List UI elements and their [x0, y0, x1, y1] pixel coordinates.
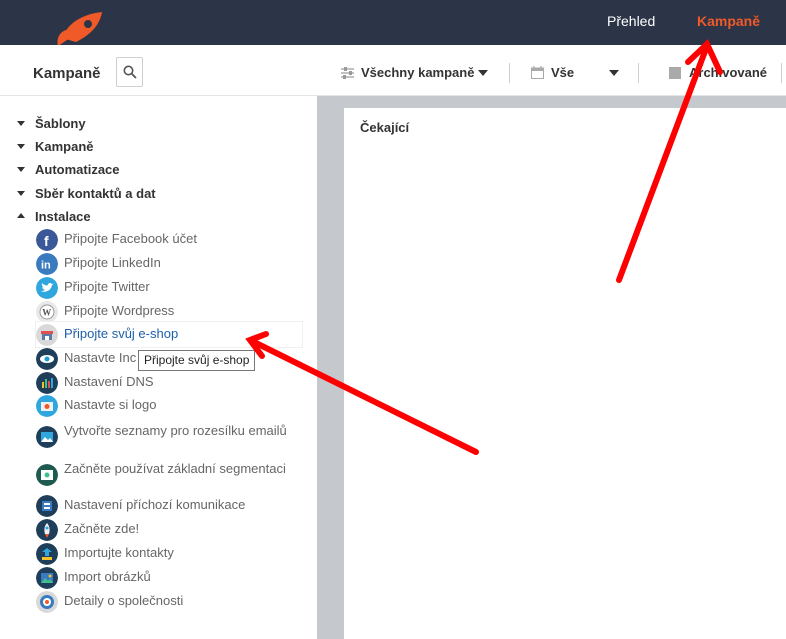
import-icon: [36, 543, 58, 565]
calendar-icon: [531, 66, 544, 79]
install-item-logo[interactable]: Nastavte si logo: [36, 395, 302, 417]
caret-down-icon: [17, 144, 25, 149]
item-label: Připojte Twitter: [64, 279, 150, 294]
pending-panel: Čekající: [344, 108, 786, 639]
shop-icon: [36, 324, 58, 346]
nav-kampane[interactable]: Kampaně: [697, 13, 760, 29]
install-item-eshop[interactable]: Připojte svůj e-shop: [36, 322, 302, 347]
archived-label: Archivované: [689, 65, 768, 80]
list-icon: [36, 426, 58, 448]
search-icon: [123, 65, 137, 79]
install-item-company[interactable]: Detaily o společnosti: [36, 591, 302, 613]
install-item-linkedin[interactable]: in Připojte LinkedIn: [36, 253, 302, 275]
caret-down-icon: [17, 167, 25, 172]
svg-text:f: f: [44, 233, 49, 249]
page-title: Kampaně: [33, 65, 101, 82]
svg-text:in: in: [41, 260, 51, 272]
item-label: Připojte svůj e-shop: [64, 326, 179, 341]
page-header: Kampaně Všechny kampaně Vše Archivované: [0, 45, 786, 96]
main-content: Čekající: [317, 96, 786, 639]
chevron-down-icon: [609, 70, 619, 76]
divider: [781, 63, 782, 83]
chevron-down-icon: [478, 70, 488, 76]
install-item-import-contacts[interactable]: Importujte kontakty: [36, 543, 302, 565]
item-label: Nastavení příchozí komunikace: [64, 497, 246, 512]
panel-title: Čekající: [360, 120, 410, 135]
install-item-incoming[interactable]: Nastavení příchozí komunikace: [36, 495, 302, 517]
section-label: Instalace: [35, 209, 91, 224]
item-label: Nastavte si logo: [64, 397, 157, 412]
all-filter-label: Vše: [551, 65, 575, 80]
item-label: Připojte Facebook účet: [64, 231, 197, 246]
divider: [638, 63, 639, 83]
campaign-filter-label: Všechny kampaně: [361, 65, 475, 80]
sliders-icon: [341, 67, 354, 79]
section-label: Kampaně: [35, 139, 94, 154]
item-label: Začněte zde!: [64, 521, 140, 536]
archive-icon: [669, 67, 681, 79]
item-label: Nastavení DNS: [64, 374, 154, 389]
install-item-twitter[interactable]: Připojte Twitter: [36, 277, 302, 299]
install-item-import-images[interactable]: Import obrázků: [36, 567, 302, 589]
install-item-facebook[interactable]: f Připojte Facebook účet: [36, 229, 302, 251]
twitter-icon: [36, 277, 58, 299]
eye-icon: [36, 348, 58, 370]
top-bar: Přehled Kampaně: [0, 0, 786, 46]
item-label: Vytvořte seznamy pro rozesílku emailů: [64, 423, 287, 438]
wordpress-icon: W: [36, 301, 58, 323]
section-label: Šablony: [35, 116, 86, 131]
company-icon: [36, 591, 58, 613]
install-item-wordpress[interactable]: W Připojte Wordpress: [36, 301, 302, 323]
item-label: Detaily o společnosti: [64, 593, 184, 608]
segment-icon: [36, 464, 58, 486]
section-label: Sběr kontaktů a dat: [35, 186, 156, 201]
logo-icon: [36, 395, 58, 417]
divider: [509, 63, 510, 83]
item-label: Import obrázků: [64, 569, 151, 584]
facebook-icon: f: [36, 229, 58, 251]
dns-icon: [36, 372, 58, 394]
item-label: Importujte kontakty: [64, 545, 174, 560]
rocket-icon: [36, 519, 58, 541]
caret-down-icon: [17, 121, 25, 126]
install-item-email-lists[interactable]: Vytvořte seznamy pro rozesílku emailů: [36, 423, 302, 453]
tooltip: Připojte svůj e-shop: [138, 350, 256, 371]
caret-down-icon: [17, 191, 25, 196]
install-item-start-here[interactable]: Začněte zde!: [36, 519, 302, 541]
section-label: Automatizace: [35, 162, 120, 177]
svg-text:W: W: [42, 308, 51, 318]
nav-prehled[interactable]: Přehled: [607, 13, 655, 29]
image-icon: [36, 567, 58, 589]
inbox-icon: [36, 495, 58, 517]
caret-up-icon: [17, 213, 25, 218]
linkedin-icon: in: [36, 253, 58, 275]
rocket-logo-icon[interactable]: [50, 8, 112, 46]
item-label: Připojte LinkedIn: [64, 255, 161, 270]
item-label: Začněte používat základní segmentaci: [64, 461, 286, 476]
install-item-dns[interactable]: Nastavení DNS: [36, 372, 302, 394]
item-label: Připojte Wordpress: [64, 303, 175, 318]
install-item-segmentation[interactable]: Začněte používat základní segmentaci: [36, 461, 302, 491]
search-button[interactable]: [116, 57, 143, 87]
